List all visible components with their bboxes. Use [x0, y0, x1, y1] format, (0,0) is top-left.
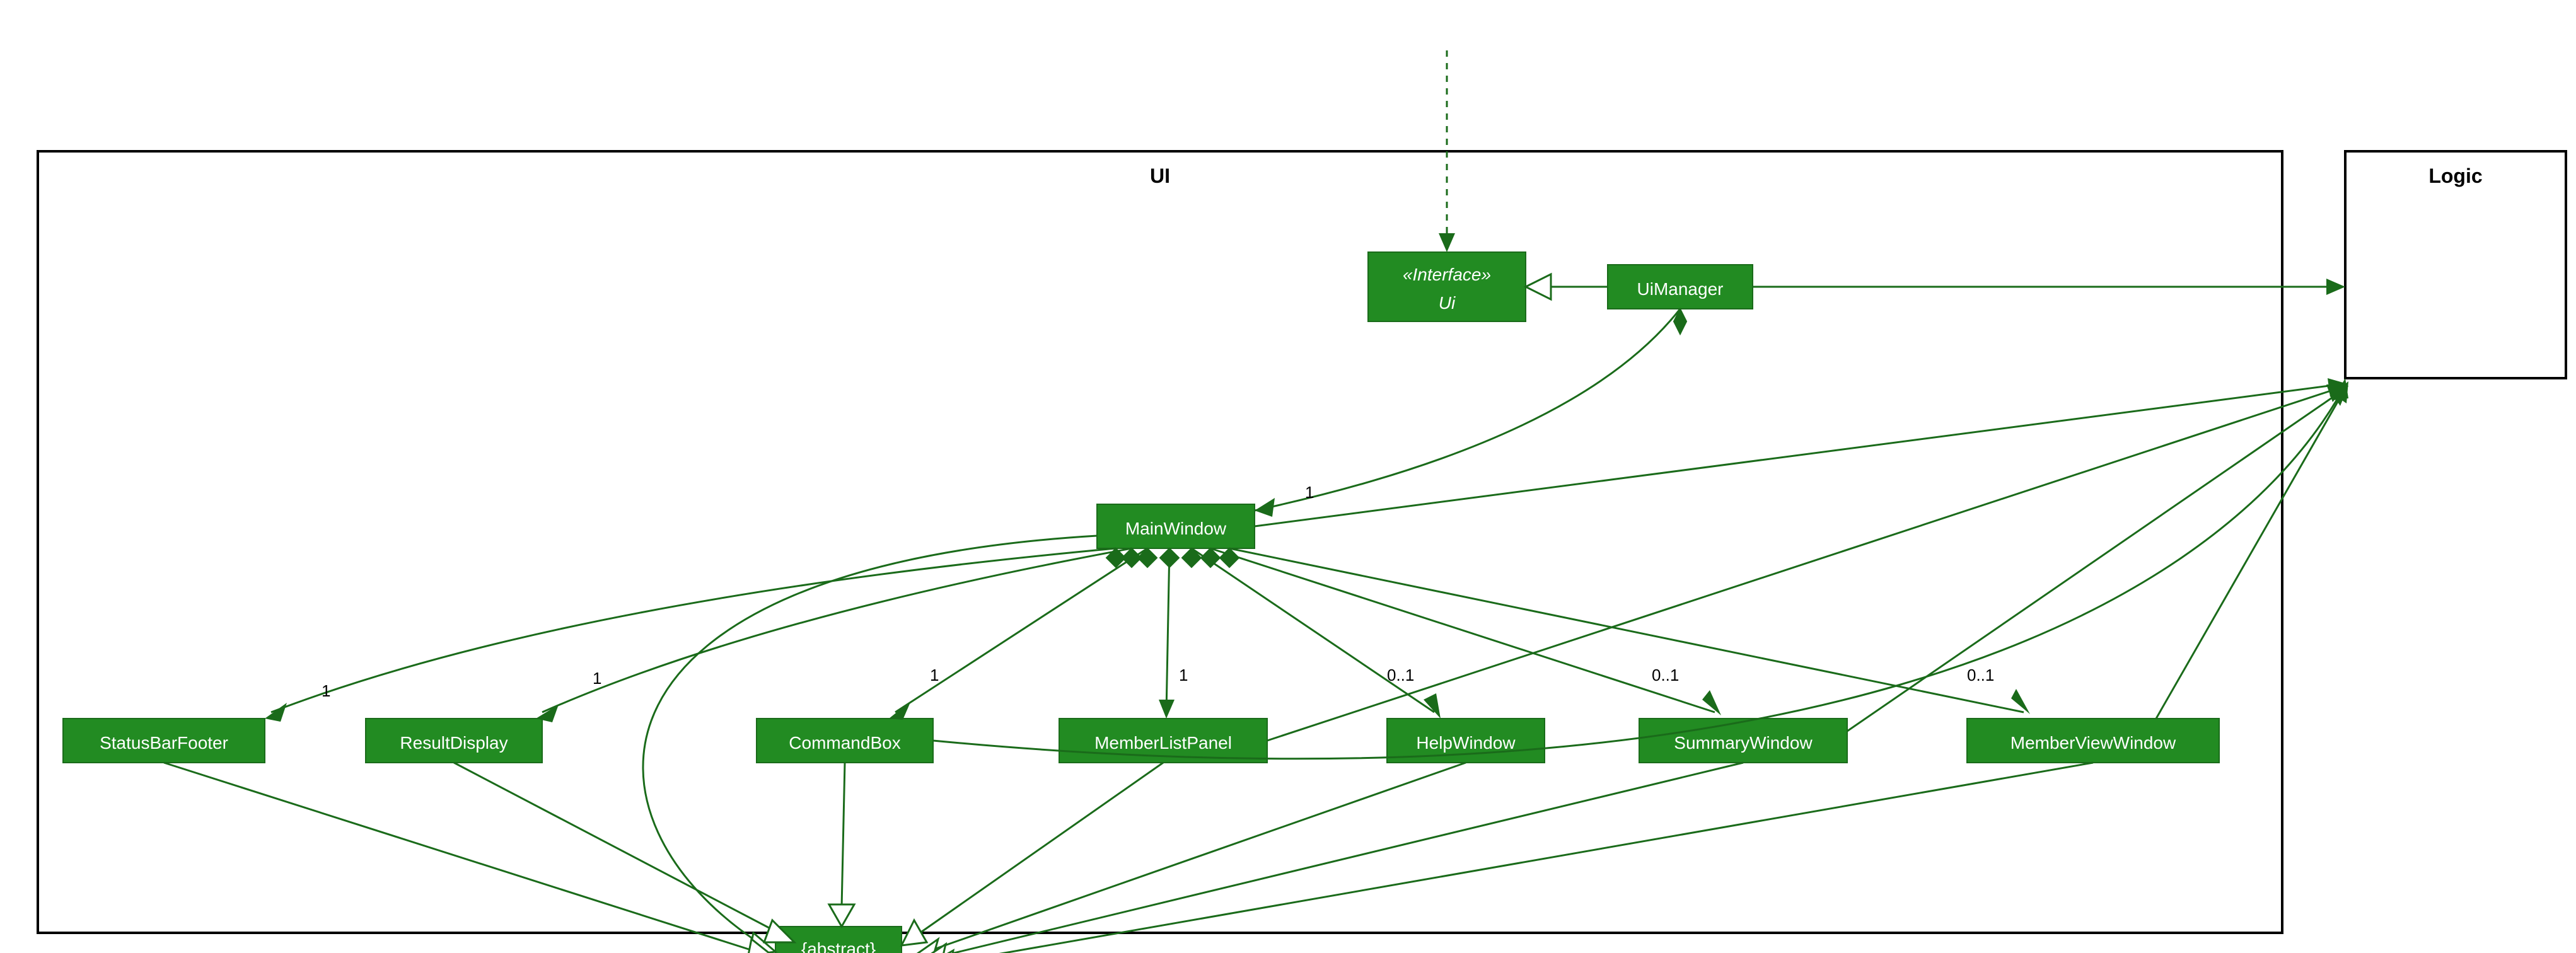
class-summary-window: SummaryWindow [1639, 719, 1847, 763]
edge-uimanager-has-mainwindow: 1 [1255, 309, 1686, 517]
class-help-window-name: HelpWindow [1416, 733, 1516, 753]
edge-summarywindow-to-logic [1847, 386, 2348, 731]
class-main-window: MainWindow [1097, 504, 1255, 548]
mult-memberviewwindow: 0..1 [1967, 666, 1994, 684]
class-ui-manager: UiManager [1608, 265, 1753, 309]
class-ui-interface-name: Ui [1439, 293, 1456, 313]
edge-uimanager-to-logic [1753, 279, 2345, 295]
mult-mainwindow: 1 [1305, 483, 1314, 502]
class-status-bar-footer: StatusBarFooter [63, 719, 265, 763]
class-member-view-window: MemberViewWindow [1967, 719, 2219, 763]
mult-resultdisplay: 1 [593, 669, 601, 688]
class-status-bar-footer-name: StatusBarFooter [100, 733, 228, 753]
class-result-display-name: ResultDisplay [400, 733, 508, 753]
mult-statusbarfooter: 1 [322, 681, 330, 700]
class-member-list-panel-name: MemberListPanel [1094, 733, 1232, 753]
edge-memberviewwindow-isa-uipart [924, 763, 2093, 953]
mult-commandbox: 1 [930, 666, 939, 684]
class-ui-interface: «Interface» Ui [1368, 252, 1526, 321]
class-ui-interface-stereotype: «Interface» [1403, 265, 1491, 284]
edge-memberlistpanel-isa-uipart [902, 763, 1163, 945]
class-ui-manager-name: UiManager [1637, 279, 1724, 299]
class-summary-window-name: SummaryWindow [1674, 733, 1813, 753]
edge-memberviewwindow-to-logic [2156, 381, 2348, 719]
mult-summarywindow: 0..1 [1652, 666, 1679, 684]
class-member-view-window-name: MemberViewWindow [2010, 733, 2176, 753]
class-command-box-name: CommandBox [789, 733, 900, 753]
edge-commandbox-isa-uipart [829, 763, 854, 927]
edge-uimanager-realizes-ui [1526, 274, 1608, 299]
mult-helpwindow: 0..1 [1387, 666, 1414, 684]
package-ui-title: UI [1150, 165, 1170, 187]
edge-commandbox-to-logic [933, 378, 2348, 759]
edge-memberlistpanel-to-logic [1267, 384, 2347, 741]
edge-mainwindow-has-commandbox: 1 [889, 548, 1157, 720]
class-ui-part: {abstract} UiPart [775, 927, 902, 953]
edge-mainwindow-has-helpwindow: 0..1 [1182, 548, 1441, 719]
edge-statusbarfooter-isa-uipart [164, 763, 775, 953]
edge-mainwindow-has-summarywindow: 0..1 [1201, 548, 1721, 715]
class-ui-part-stereotype: {abstract} [801, 939, 876, 953]
package-logic-title: Logic [2428, 165, 2482, 187]
edge-helpwindow-isa-uipart [911, 763, 1466, 953]
edge-mainwindow-has-resultdisplay: 1 [536, 548, 1141, 722]
class-result-display: ResultDisplay [366, 719, 542, 763]
edge-mainwindow-to-logic [1255, 378, 2345, 526]
class-main-window-name: MainWindow [1125, 519, 1227, 538]
edge-mainwindow-has-memberlistpanel: 1 [1159, 548, 1188, 719]
edge-resultdisplay-isa-uipart [454, 763, 794, 942]
mult-memberlistpanel: 1 [1179, 666, 1188, 684]
class-command-box: CommandBox [757, 719, 933, 763]
edge-summarywindow-isa-uipart [917, 763, 1743, 953]
